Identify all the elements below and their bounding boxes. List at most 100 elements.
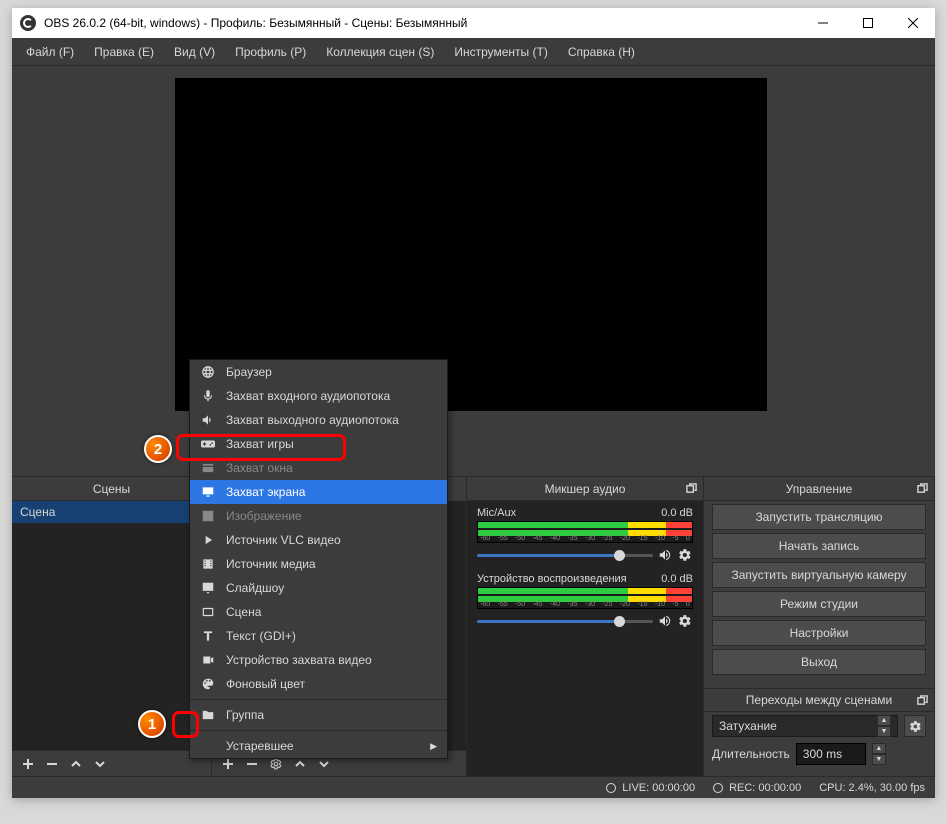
settings-button[interactable]: Настройки xyxy=(712,620,926,646)
speaker-icon xyxy=(200,413,216,427)
duration-down[interactable]: ▼ xyxy=(872,754,886,765)
popout-icon[interactable] xyxy=(914,481,930,497)
scenes-list[interactable]: Сцена xyxy=(12,501,211,750)
scene-remove-button[interactable] xyxy=(40,753,64,775)
annotation-badge-1: 1 xyxy=(138,710,166,738)
gear-icon[interactable] xyxy=(677,613,693,629)
camera-icon xyxy=(200,653,216,667)
menu-scene-collection[interactable]: Коллекция сцен (S) xyxy=(316,41,444,63)
mic-icon xyxy=(200,389,216,403)
cm-scene[interactable]: Сцена xyxy=(190,600,447,624)
mixer-ch-db: 0.0 dB xyxy=(661,507,693,519)
chevron-right-icon: ▶ xyxy=(430,741,437,752)
dock-scenes-header: Сцены xyxy=(12,477,211,501)
scene-item[interactable]: Сцена xyxy=(12,501,211,523)
mixer-channel-desktop: Устройство воспроизведения 0.0 dB -60-55-… xyxy=(467,567,703,633)
status-rec: REC: 00:00:00 xyxy=(713,782,801,794)
annotation-badge-2: 2 xyxy=(144,435,172,463)
start-vcam-button[interactable]: Запустить виртуальную камеру xyxy=(712,562,926,588)
mixer-body: Mic/Aux 0.0 dB -60-55-50-45-40-35-30-25-2… xyxy=(467,501,703,776)
obs-logo-icon xyxy=(20,15,36,31)
record-icon xyxy=(713,783,723,793)
vu-meter: -60-55-50-45-40-35-30-25-20-15-10-50 xyxy=(477,587,693,609)
duration-label: Длительность xyxy=(712,747,790,761)
maximize-button[interactable] xyxy=(845,8,890,38)
popout-icon[interactable] xyxy=(683,481,699,497)
gear-icon[interactable] xyxy=(677,547,693,563)
cm-video-capture[interactable]: Устройство захвата видео xyxy=(190,648,447,672)
cm-text[interactable]: Текст (GDI+) xyxy=(190,624,447,648)
vu-meter: -60-55-50-45-40-35-30-25-20-15-10-50 xyxy=(477,521,693,543)
volume-slider[interactable] xyxy=(477,620,653,623)
popout-icon[interactable] xyxy=(914,692,930,708)
cm-group[interactable]: Группа xyxy=(190,703,447,727)
controls-body: Запустить трансляцию Начать запись Запус… xyxy=(704,501,934,776)
cm-display-capture[interactable]: Захват экрана xyxy=(190,480,447,504)
volume-slider[interactable] xyxy=(477,554,653,557)
cm-media-source[interactable]: Источник медиа xyxy=(190,552,447,576)
cm-slideshow[interactable]: Слайдшоу xyxy=(190,576,447,600)
menubar: Файл (F) Правка (E) Вид (V) Профиль (P) … xyxy=(12,38,935,66)
mixer-channel-mic: Mic/Aux 0.0 dB -60-55-50-45-40-35-30-25-2… xyxy=(467,501,703,567)
mixer-ch-name: Mic/Aux xyxy=(477,507,516,519)
cm-audio-input[interactable]: Захват входного аудиопотока xyxy=(190,384,447,408)
cm-deprecated[interactable]: Устаревшее▶ xyxy=(190,734,447,758)
scene-down-button[interactable] xyxy=(88,753,112,775)
cm-audio-output[interactable]: Захват выходного аудиопотока xyxy=(190,408,447,432)
palette-icon xyxy=(200,677,216,691)
status-cpu: CPU: 2.4%, 30.00 fps xyxy=(819,782,925,794)
status-live: LIVE: 00:00:00 xyxy=(606,782,695,794)
preview-area: Источник не выбран Сцены Сцена xyxy=(12,66,935,798)
gamepad-icon xyxy=(200,437,216,451)
slideshow-icon xyxy=(200,581,216,595)
cm-game-capture[interactable]: Захват игры xyxy=(190,432,447,456)
globe-icon xyxy=(200,365,216,379)
cm-color-source[interactable]: Фоновый цвет xyxy=(190,672,447,696)
menu-file[interactable]: Файл (F) xyxy=(16,41,84,63)
start-record-button[interactable]: Начать запись xyxy=(712,533,926,559)
menu-help[interactable]: Справка (H) xyxy=(558,41,645,63)
dock-scenes: Сцены Сцена xyxy=(12,477,212,776)
broadcast-icon xyxy=(606,783,616,793)
transition-settings-button[interactable] xyxy=(904,715,926,737)
menu-divider xyxy=(190,730,447,731)
mixer-ch-db: 0.0 dB xyxy=(661,573,693,585)
cm-window-capture[interactable]: Захват окна xyxy=(190,456,447,480)
transition-select[interactable]: Затухание ▲▼ xyxy=(712,715,898,737)
dock-mixer: Микшер аудио Mic/Aux 0.0 dB -60-55-50-45-… xyxy=(467,477,704,776)
menu-edit[interactable]: Правка (E) xyxy=(84,41,164,63)
dock-mixer-header: Микшер аудио xyxy=(467,477,703,501)
speaker-icon[interactable] xyxy=(657,613,673,629)
transitions-header: Переходы между сценами xyxy=(704,688,934,712)
menu-view[interactable]: Вид (V) xyxy=(164,41,225,63)
menu-profile[interactable]: Профиль (P) xyxy=(225,41,316,63)
speaker-icon[interactable] xyxy=(657,547,673,563)
cm-vlc-source[interactable]: Источник VLC видео xyxy=(190,528,447,552)
mixer-ch-name: Устройство воспроизведения xyxy=(477,573,627,585)
monitor-icon xyxy=(200,485,216,499)
studio-mode-button[interactable]: Режим студии xyxy=(712,591,926,617)
start-stream-button[interactable]: Запустить трансляцию xyxy=(712,504,926,530)
cm-image[interactable]: Изображение xyxy=(190,504,447,528)
app-window: OBS 26.0.2 (64-bit, windows) - Профиль: … xyxy=(12,8,935,798)
menu-tools[interactable]: Инструменты (T) xyxy=(444,41,557,63)
scene-icon xyxy=(200,605,216,619)
scene-add-button[interactable] xyxy=(16,753,40,775)
dock-controls: Управление Запустить трансляцию Начать з… xyxy=(704,477,935,776)
text-icon xyxy=(200,629,216,643)
window-controls xyxy=(800,8,935,38)
duration-up[interactable]: ▲ xyxy=(872,743,886,754)
window-icon xyxy=(200,461,216,475)
close-button[interactable] xyxy=(890,8,935,38)
duration-input[interactable] xyxy=(796,743,866,765)
cm-browser[interactable]: Браузер xyxy=(190,360,447,384)
titlebar: OBS 26.0.2 (64-bit, windows) - Профиль: … xyxy=(12,8,935,38)
minimize-button[interactable] xyxy=(800,8,845,38)
content-area: Файл (F) Правка (E) Вид (V) Профиль (P) … xyxy=(12,38,935,798)
dock-controls-header: Управление xyxy=(704,477,934,501)
scene-up-button[interactable] xyxy=(64,753,88,775)
exit-button[interactable]: Выход xyxy=(712,649,926,675)
window-title: OBS 26.0.2 (64-bit, windows) - Профиль: … xyxy=(44,16,467,30)
add-source-context-menu: Браузер Захват входного аудиопотока Захв… xyxy=(189,359,448,759)
menu-divider xyxy=(190,699,447,700)
